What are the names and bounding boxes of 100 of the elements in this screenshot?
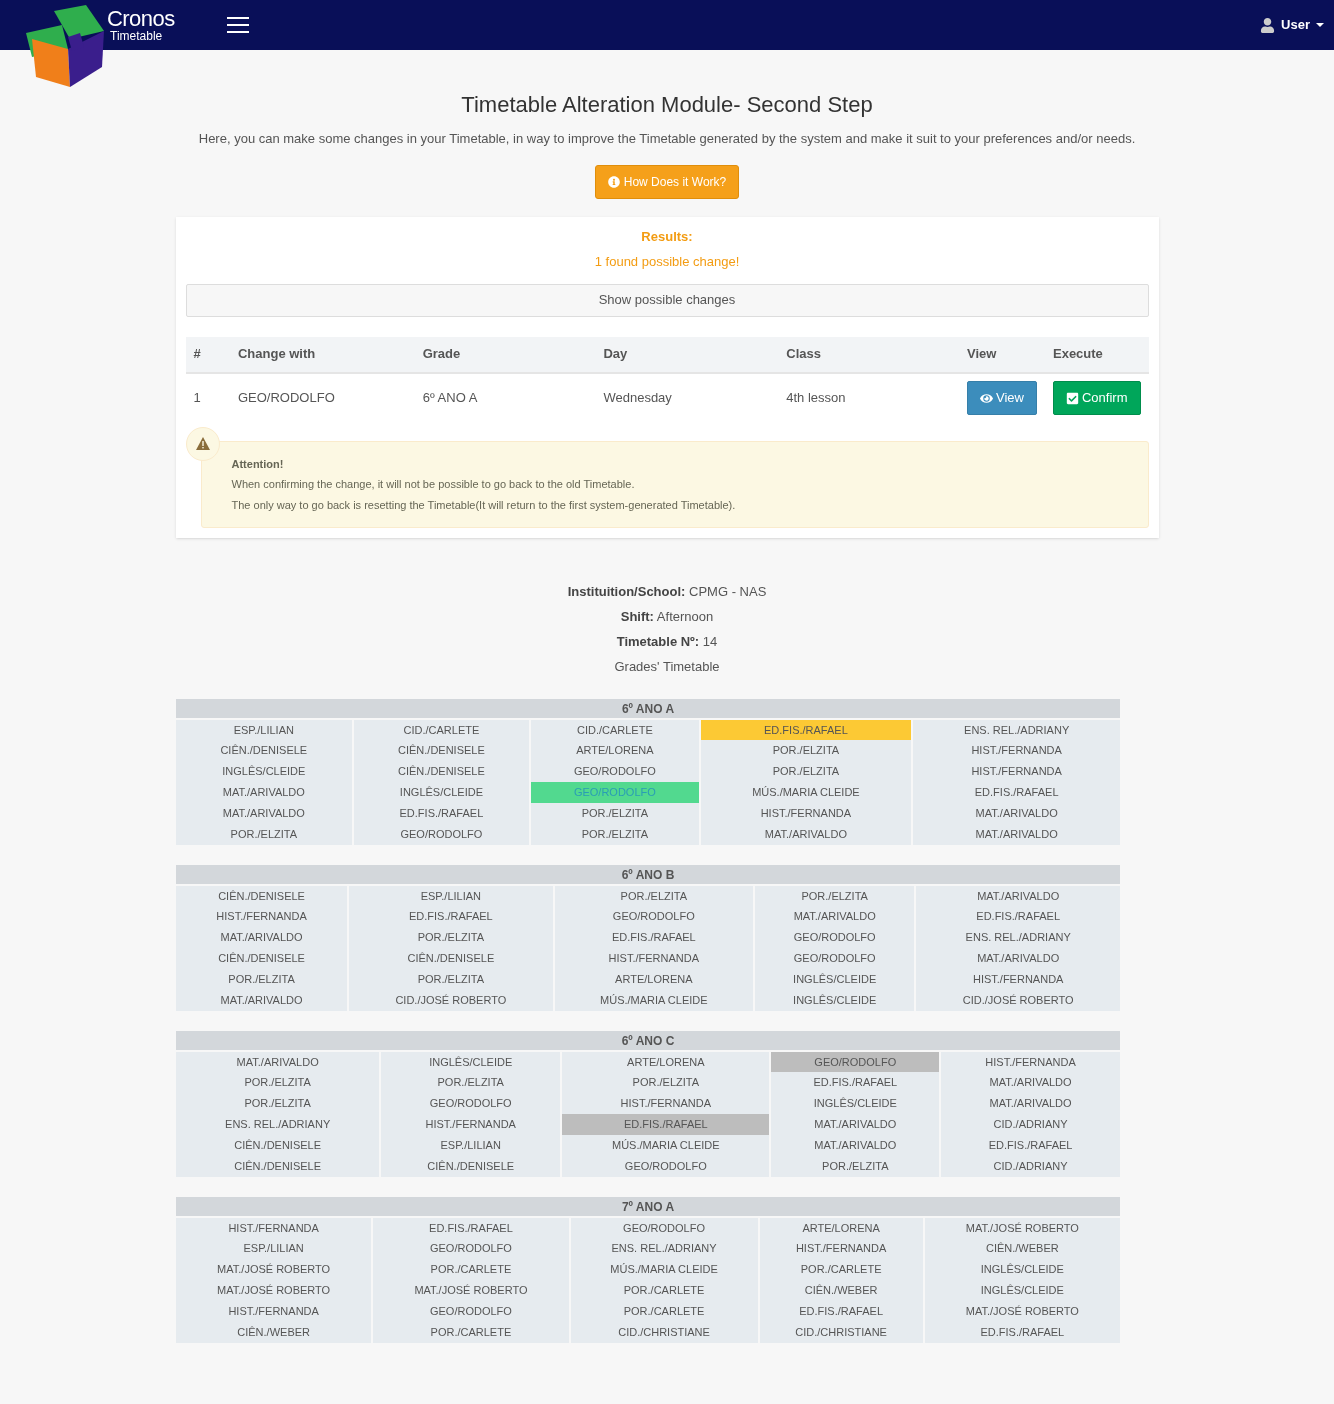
lesson-cell: ARTE/LORENA: [530, 740, 700, 761]
lesson-cell: MAT./ARIVALDO: [699, 824, 913, 845]
lesson-cell: MAT./ARIVALDO: [175, 1051, 381, 1072]
cube-logo-icon: [24, 3, 106, 89]
lesson-cell: ED.FIS./RAFAEL: [912, 782, 1121, 803]
lesson-cell: MÚS./MARIA CLEIDE: [569, 1259, 759, 1280]
table-cell: GEO/RODOLFO: [229, 372, 415, 423]
school-info: Shift: Afternoon: [620, 608, 714, 625]
lesson-cell: ED.FIS./RAFAEL: [770, 1072, 941, 1093]
lesson-cell: POR./CARLETE: [372, 1322, 570, 1343]
lesson-cell: ENS. REL./ADRIANY: [915, 927, 1121, 948]
lesson-cell: ED.FIS./RAFAEL: [553, 927, 754, 948]
lesson-cell: INGLÊS/CLEIDE: [770, 1093, 941, 1114]
lesson-cell: INGLÊS/CLEIDE: [175, 761, 353, 782]
lesson-cell: MAT./ARIVALDO: [770, 1135, 941, 1156]
lesson-cell: ED.FIS./RAFAEL: [915, 906, 1121, 927]
lesson-cell: MAT./JOSÉ ROBERTO: [372, 1280, 570, 1301]
user-menu[interactable]: User: [1260, 15, 1324, 35]
lesson-cell: MAT./ARIVALDO: [175, 803, 353, 824]
lesson-cell: ED.FIS./RAFAEL: [923, 1322, 1121, 1343]
lesson-cell: ESP./LILIAN: [175, 1238, 373, 1259]
lesson-cell: ED.FIS./RAFAEL: [348, 906, 554, 927]
lesson-cell: CIÊN./DENISELE: [175, 1156, 381, 1177]
lesson-cell: GEO/RODOLFO: [553, 906, 754, 927]
brand-name: Cronos: [107, 8, 175, 30]
lesson-cell: CID./CHRISTIANE: [569, 1322, 759, 1343]
lesson-cell: HIST./FERNANDA: [175, 1217, 373, 1238]
column-header: Change with: [229, 336, 415, 373]
lesson-cell: POR./CARLETE: [569, 1280, 759, 1301]
lesson-cell: POR./ELZITA: [530, 824, 700, 845]
lesson-cell: GEO/RODOLFO: [372, 1238, 570, 1259]
school-info: Timetable Nº: 14: [616, 633, 718, 650]
lesson-cell: INGLÊS/CLEIDE: [754, 969, 916, 990]
lesson-cell: GEO/RODOLFO: [561, 1156, 771, 1177]
lesson-cell: MAT./JOSÉ ROBERTO: [923, 1301, 1121, 1322]
timetable-subtitle: Grades' Timetable: [614, 658, 720, 675]
lesson-cell: HIST./FERNANDA: [175, 1301, 373, 1322]
lesson-cell: HIST./FERNANDA: [175, 906, 349, 927]
show-changes-button[interactable]: Show possible changes: [185, 283, 1149, 317]
info-icon: [607, 175, 620, 188]
column-header: #: [185, 336, 230, 373]
lesson-cell: CIÊN./DENISELE: [175, 885, 349, 906]
lesson-cell: ENS. REL./ADRIANY: [912, 719, 1121, 740]
lesson-cell: GEO/RODOLFO: [352, 824, 531, 845]
lesson-cell: CIÊN./DENISELE: [175, 1135, 381, 1156]
lesson-cell: MAT./ARIVALDO: [175, 782, 353, 803]
alert-text: The only way to go back is resetting the Timetable(It will return to the first system-generated Timetable).: [231, 497, 737, 513]
lesson-cell: MAT./JOSÉ ROBERTO: [175, 1280, 373, 1301]
lesson-cell: HIST./FERNANDA: [912, 761, 1121, 782]
lesson-cell: HIST./FERNANDA: [553, 948, 754, 969]
lesson-cell: CID./ADRIANY: [940, 1156, 1121, 1177]
lesson-cell: ENS. REL./ADRIANY: [569, 1238, 759, 1259]
lesson-cell: CIÊN./DENISELE: [348, 948, 554, 969]
view-button[interactable]: View: [967, 381, 1037, 415]
lesson-cell: POR./ELZITA: [175, 969, 349, 990]
alert-text: When confirming the change, it will not be possible to go back to the old Timetable.: [231, 477, 636, 492]
grade-heading: 6º ANO A: [175, 698, 1121, 719]
lesson-cell: POR./ELZITA: [348, 927, 554, 948]
lesson-cell: POR./ELZITA: [175, 1093, 381, 1114]
lesson-cell: POR./ELZITA: [530, 803, 700, 824]
table-cell: 6º ANO A: [414, 372, 596, 423]
lesson-cell: INGLÊS/CLEIDE: [923, 1259, 1121, 1280]
lesson-cell: POR./ELZITA: [348, 969, 554, 990]
table-cell: 4th lesson: [778, 372, 960, 423]
lesson-cell: CIÊN./WEBER: [175, 1322, 373, 1343]
results-message: 1 found possible change!: [594, 253, 740, 271]
confirm-button[interactable]: Confirm: [1053, 381, 1141, 415]
lesson-cell: HIST./FERNANDA: [699, 803, 913, 824]
grade-heading: 7º ANO A: [175, 1196, 1121, 1217]
results-title: Results:: [641, 227, 693, 246]
lesson-cell: HIST./FERNANDA: [912, 740, 1121, 761]
lesson-cell: INGLÊS/CLEIDE: [352, 782, 531, 803]
page-title: Timetable Alteration Module- Second Step: [461, 91, 873, 119]
lesson-cell: CIÊN./WEBER: [923, 1238, 1121, 1259]
menu-icon[interactable]: [226, 17, 249, 33]
lesson-cell: GEO/RODOLFO: [530, 761, 700, 782]
grade-heading: 6º ANO B: [175, 864, 1121, 885]
lesson-cell: MAT./ARIVALDO: [915, 948, 1121, 969]
lesson-cell: CID./JOSÉ ROBERTO: [915, 990, 1121, 1011]
lesson-cell: POR./ELZITA: [175, 1072, 381, 1093]
help-button[interactable]: How Does it Work?: [594, 164, 740, 199]
lesson-cell: MAT./ARIVALDO: [940, 1072, 1121, 1093]
lesson-cell: MÚS./MARIA CLEIDE: [553, 990, 754, 1011]
lesson-cell: POR./ELZITA: [699, 740, 913, 761]
lesson-cell: ESP./LILIAN: [348, 885, 554, 906]
lesson-cell: POR./ELZITA: [175, 824, 353, 845]
lesson-cell: CIÊN./DENISELE: [175, 740, 353, 761]
lesson-cell: ED.FIS./RAFAEL: [758, 1301, 924, 1322]
lesson-cell: POR./CARLETE: [758, 1259, 924, 1280]
lesson-cell: MAT./JOSÉ ROBERTO: [175, 1259, 373, 1280]
column-header: View: [959, 336, 1045, 373]
lesson-cell: MAT./ARIVALDO: [175, 990, 349, 1011]
lesson-cell: ESP./LILIAN: [175, 719, 353, 740]
lesson-cell: ED.FIS./RAFAEL: [561, 1114, 771, 1135]
lesson-cell: POR./CARLETE: [372, 1259, 570, 1280]
lesson-cell: GEO/RODOLFO: [754, 927, 916, 948]
table-cell: 1: [185, 372, 230, 423]
page-description: Here, you can make some changes in your Timetable, in way to improve the Timetable generated by the system and make it suit to your preferences and/or needs.: [198, 130, 1136, 148]
column-header: Class: [778, 336, 960, 373]
lesson-cell: ED.FIS./RAFAEL: [352, 803, 531, 824]
